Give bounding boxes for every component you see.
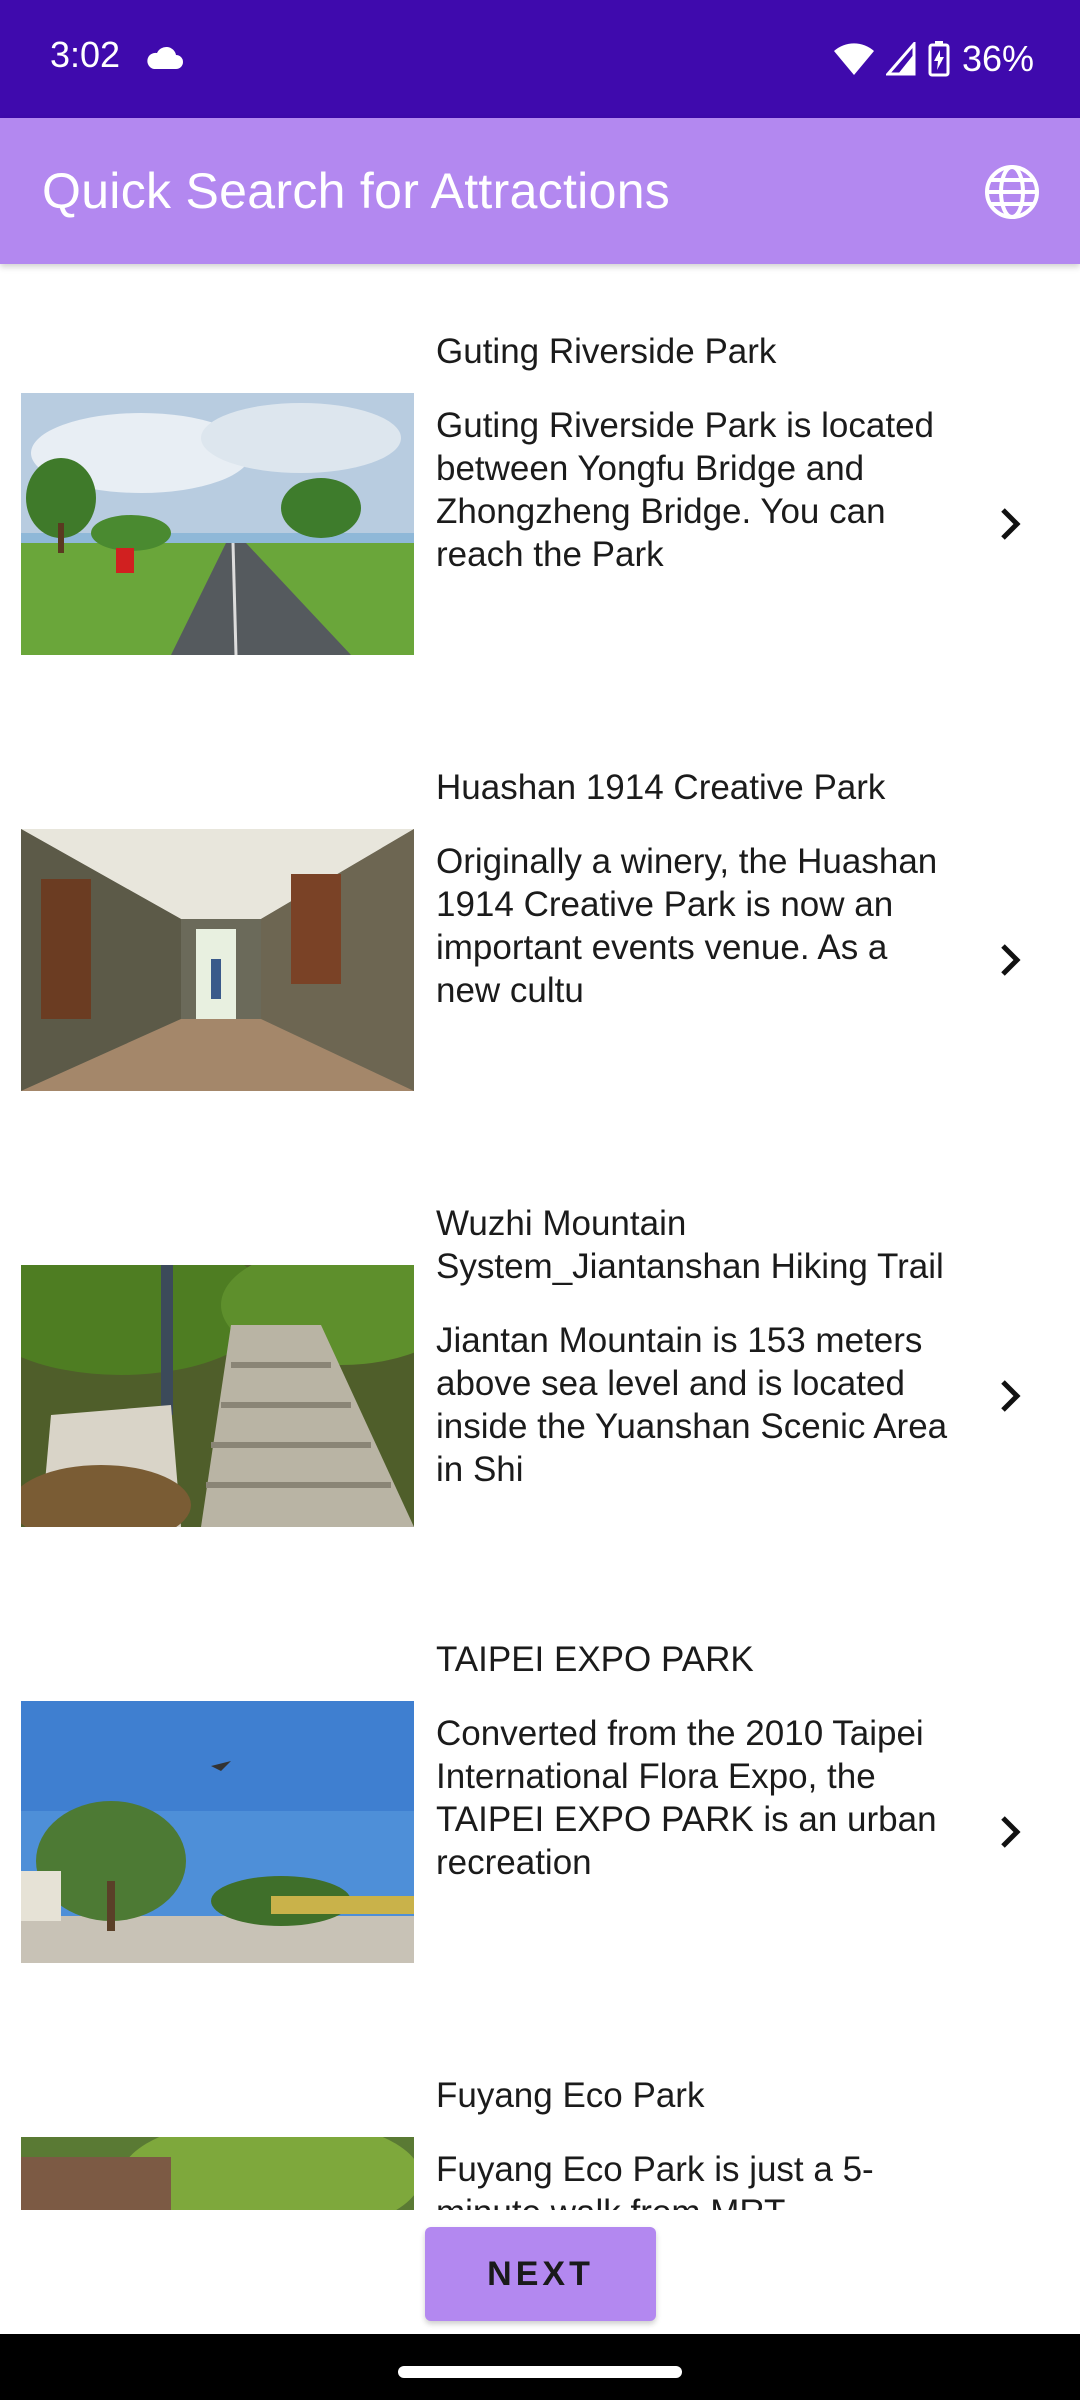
cell-signal-icon [885,42,916,76]
bottom-action-area: NEXT [0,2210,1080,2334]
screen: 3:02 36% Quick Search for Attractions Gu… [0,0,1080,2400]
list-item[interactable]: Wuzhi Mountain System_Jiantanshan Hiking… [0,1136,1080,1572]
attraction-title: Huashan 1914 Creative Park [436,768,886,807]
chevron-right-icon[interactable] [994,940,1028,980]
list-item[interactable]: Fuyang Eco Park Fuyang Eco Park is just … [0,2008,1080,2210]
page-title: Quick Search for Attractions [42,163,671,219]
attraction-thumbnail [21,1265,414,1527]
chevron-right-icon[interactable] [994,1812,1028,1852]
app-bar: Quick Search for Attractions [0,118,1080,264]
attraction-thumbnail [21,2137,414,2210]
attraction-title: Fuyang Eco Park [436,2076,705,2115]
attraction-description: Jiantan Mountain is 153 meters above sea… [436,1321,948,1489]
attraction-title: TAIPEI EXPO PARK [436,1640,754,1679]
cloud-icon [147,46,183,69]
attraction-description: Fuyang Eco Park is just a 5-minute walk … [436,2150,874,2210]
globe-icon[interactable] [982,162,1042,222]
status-time: 3:02 [50,34,121,75]
status-icons: 36% [833,34,1034,84]
battery-percent: 36% [961,38,1034,79]
attraction-description: Originally a winery, the Huashan 1914 Cr… [436,842,938,1010]
chevron-right-icon[interactable] [994,504,1028,544]
attraction-description: Converted from the 2010 Taipei Internati… [436,1714,937,1882]
wifi-icon [833,43,874,75]
list-item[interactable]: TAIPEI EXPO PARK Converted from the 2010… [0,1572,1080,2008]
attraction-title: Wuzhi Mountain System_Jiantanshan Hiking… [436,1204,944,1286]
chevron-right-icon[interactable] [994,1376,1028,1416]
battery-charging-icon [928,41,950,77]
list-item[interactable]: Guting Riverside Park Guting Riverside P… [0,264,1080,700]
next-button[interactable]: NEXT [425,2227,656,2321]
list-item[interactable]: Huashan 1914 Creative Park Originally a … [0,700,1080,1136]
system-nav-bar [0,2334,1080,2400]
attraction-description: Guting Riverside Park is located between… [436,406,934,574]
attraction-thumbnail [21,1701,414,1963]
home-gesture-handle[interactable] [398,2366,682,2378]
status-bar: 3:02 36% [0,0,1080,118]
attraction-list[interactable]: Guting Riverside Park Guting Riverside P… [0,264,1080,2210]
attraction-thumbnail [21,829,414,1091]
attraction-thumbnail [21,393,414,655]
attraction-title: Guting Riverside Park [436,332,777,371]
